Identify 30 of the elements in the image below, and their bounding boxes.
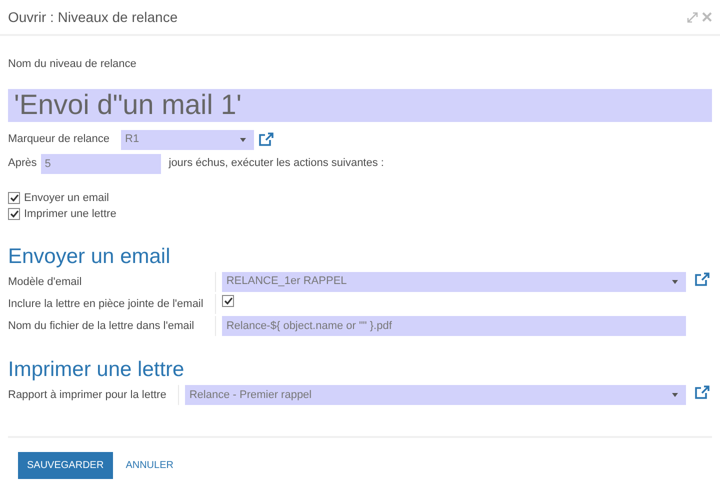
save-button[interactable]: SAUVEGARDER xyxy=(18,452,113,479)
field-label: Nom du fichier de la lettre dans l'email xyxy=(8,316,216,336)
field-label: Modèle d'email xyxy=(8,272,216,292)
checkbox[interactable] xyxy=(8,208,20,220)
checkbox[interactable] xyxy=(8,192,20,204)
days-field[interactable]: 5 xyxy=(40,154,161,174)
field-label: Nom du niveau de relance xyxy=(8,57,138,72)
field-label: Rapport à imprimer pour la lettre xyxy=(8,385,180,406)
section-heading: Imprimer une lettre xyxy=(8,358,186,382)
external-link-icon[interactable] xyxy=(694,272,710,287)
select-field[interactable]: RELANCE_1er RAPPEL xyxy=(222,272,686,292)
checkbox[interactable] xyxy=(222,295,234,308)
field-label: jours échus, exécuter les actions suivantes : xyxy=(168,156,384,172)
caret-icon xyxy=(672,280,678,284)
external-link-icon[interactable] xyxy=(258,132,274,147)
section-heading: Envoyer un email xyxy=(8,244,172,268)
window-title: Ouvrir : Niveaux de relance xyxy=(8,8,178,26)
field-label: Marqueur de relance xyxy=(8,132,111,148)
cancel-button[interactable]: ANNULER xyxy=(116,452,182,479)
name-field[interactable]: 'Envoi d"un mail 1' xyxy=(8,88,712,122)
field-label: Inclure la lettre en pièce jointe de l'email xyxy=(8,294,216,314)
external-link-icon[interactable] xyxy=(694,385,710,400)
checkbox-label: Envoyer un email xyxy=(24,190,109,206)
caret-icon xyxy=(240,138,246,142)
field-label: Après xyxy=(8,156,37,172)
text-field[interactable]: Relance-${ object.name or "" }.pdf xyxy=(222,316,686,336)
caret-icon xyxy=(672,393,678,398)
checkbox-label: Imprimer une lettre xyxy=(24,207,116,222)
marker-select[interactable]: R1 xyxy=(121,130,254,150)
select-field[interactable]: Relance - Premier rappel xyxy=(185,385,686,406)
